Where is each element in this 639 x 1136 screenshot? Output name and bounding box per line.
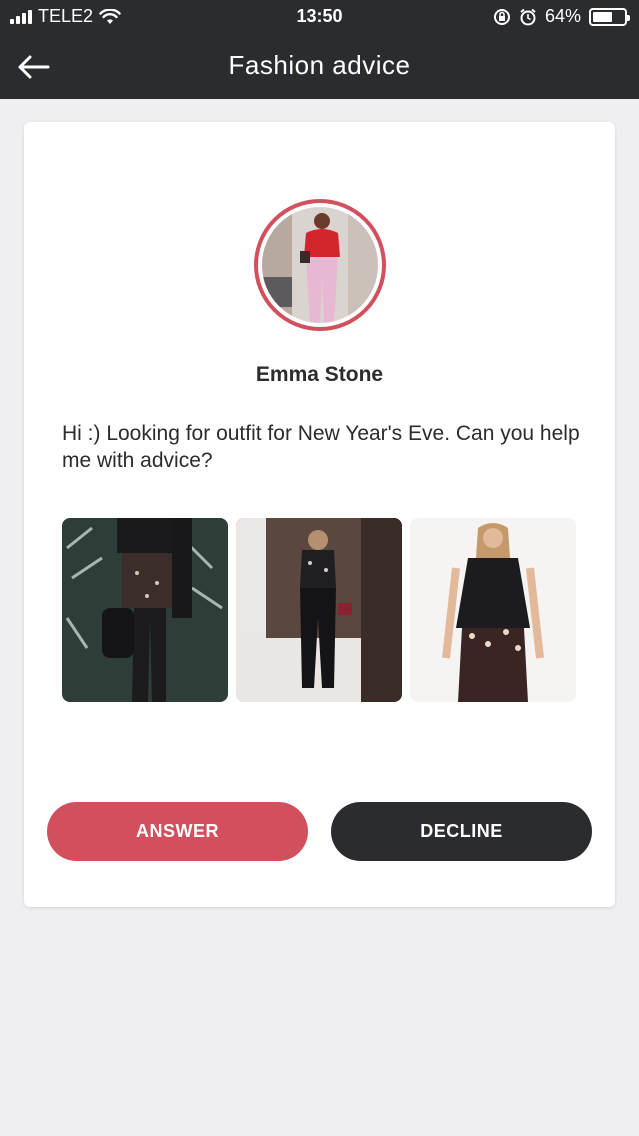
- battery-fill: [593, 11, 613, 22]
- outfit-photo[interactable]: [410, 518, 576, 702]
- avatar[interactable]: [254, 199, 386, 331]
- request-message: Hi :) Looking for outfit for New Year's …: [62, 422, 580, 472]
- answer-button[interactable]: ANSWER: [47, 802, 308, 861]
- alarm-icon: [520, 8, 536, 25]
- rotation-lock-icon: [493, 8, 510, 25]
- battery-percent: 64%: [544, 6, 581, 26]
- user-name: Emma Stone: [255, 363, 384, 386]
- status-bar: TELE2 13:50 64%: [0, 0, 639, 34]
- app-header: TELE2 13:50 64% Fashion advice: [0, 0, 639, 99]
- outfit-photo[interactable]: [62, 518, 228, 702]
- avatar-image: [262, 207, 378, 323]
- battery-icon: [589, 7, 630, 26]
- decline-button[interactable]: DECLINE: [331, 802, 592, 861]
- page-title: Fashion advice: [228, 50, 411, 80]
- outfit-photo[interactable]: [236, 518, 402, 702]
- advice-request-card: Emma Stone Hi :) Looking for outfit for …: [24, 122, 615, 907]
